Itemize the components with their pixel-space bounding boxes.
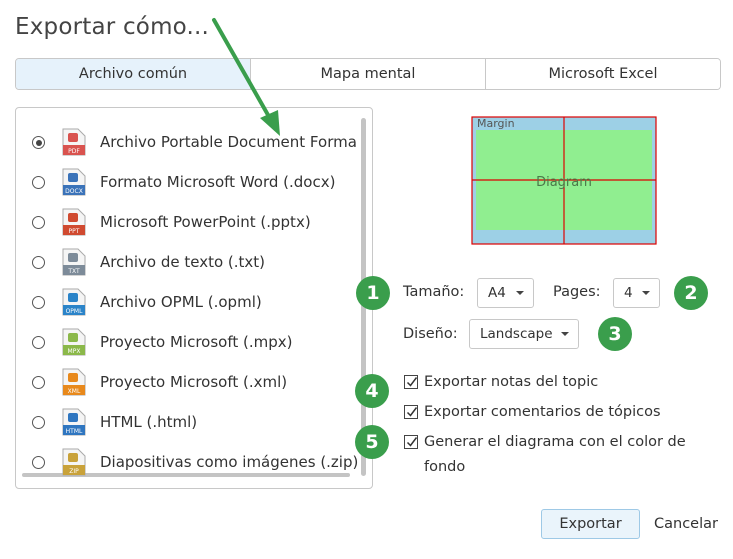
- xml-file-icon: XML: [62, 368, 86, 396]
- format-radio[interactable]: [32, 416, 45, 429]
- format-radio[interactable]: [32, 336, 45, 349]
- pages-value: 4: [624, 285, 633, 301]
- format-option[interactable]: OPML Archivo OPML (.opml): [16, 282, 358, 322]
- tab-bar: Archivo común Mapa mental Microsoft Exce…: [15, 58, 721, 90]
- design-dropdown[interactable]: Landscape: [469, 319, 579, 349]
- pdf-file-icon: PDF: [62, 128, 86, 156]
- export-button[interactable]: Exportar: [541, 509, 640, 539]
- tab-microsoft-excel[interactable]: Microsoft Excel: [486, 59, 720, 89]
- svg-text:OPML: OPML: [66, 308, 84, 315]
- opml-file-icon: OPML: [62, 288, 86, 316]
- checkmark-icon: [406, 437, 418, 447]
- mpx-file-icon: MPX: [62, 328, 86, 356]
- format-label: Archivo OPML (.opml): [100, 293, 262, 311]
- html-file-icon: HTML: [62, 408, 86, 436]
- format-label: Proyecto Microsoft (.mpx): [100, 333, 293, 351]
- svg-text:MPX: MPX: [68, 348, 81, 355]
- format-option[interactable]: PPT Microsoft PowerPoint (.pptx): [16, 202, 358, 242]
- design-value: Landscape: [480, 326, 553, 342]
- svg-text:PDF: PDF: [68, 148, 80, 155]
- svg-text:PPT: PPT: [69, 228, 80, 235]
- format-list: PDF Archivo Portable Document Forma DOCX Fo…: [15, 107, 373, 489]
- callout-badge-4: 4: [355, 374, 389, 408]
- export-comments-checkbox[interactable]: [404, 405, 418, 419]
- format-label: Archivo de texto (.txt): [100, 253, 266, 271]
- format-option[interactable]: TXT Archivo de texto (.txt): [16, 242, 358, 282]
- format-label: Formato Microsoft Word (.docx): [100, 173, 336, 191]
- svg-text:XML: XML: [68, 388, 81, 395]
- format-radio[interactable]: [32, 376, 45, 389]
- format-option[interactable]: XML Proyecto Microsoft (.xml): [16, 362, 358, 402]
- format-option[interactable]: ZIP Diapositivas como imágenes (.zip): [16, 442, 358, 482]
- page-layout-preview: Margin Diagram: [471, 116, 657, 245]
- export-comments-label: Exportar comentarios de tópicos: [424, 404, 661, 420]
- background-color-checkbox[interactable]: [404, 435, 418, 449]
- size-value: A4: [488, 285, 506, 301]
- chevron-down-icon: [561, 332, 569, 336]
- checkmark-icon: [406, 407, 418, 417]
- format-radio[interactable]: [32, 216, 45, 229]
- background-color-label-line2: fondo: [424, 459, 466, 475]
- format-radio[interactable]: [32, 176, 45, 189]
- format-label: Diapositivas como imágenes (.zip): [100, 453, 359, 471]
- cancel-button[interactable]: Cancelar: [654, 509, 718, 539]
- dialog-title: Exportar cómo...: [15, 14, 210, 40]
- export-notes-label: Exportar notas del topic: [424, 374, 599, 390]
- callout-badge-1: 1: [356, 276, 390, 310]
- svg-text:ZIP: ZIP: [69, 468, 79, 475]
- ppt-file-icon: PPT: [62, 208, 86, 236]
- design-label: Diseño:: [403, 326, 458, 342]
- format-option[interactable]: PDF Archivo Portable Document Forma: [16, 122, 358, 162]
- format-radio[interactable]: [32, 456, 45, 469]
- chevron-down-icon: [642, 291, 650, 295]
- export-notes-checkbox[interactable]: [404, 375, 418, 389]
- format-option[interactable]: HTML HTML (.html): [16, 402, 358, 442]
- format-option[interactable]: DOCX Formato Microsoft Word (.docx): [16, 162, 358, 202]
- svg-text:TXT: TXT: [67, 268, 80, 275]
- format-option[interactable]: MPX Proyecto Microsoft (.mpx): [16, 322, 358, 362]
- size-dropdown[interactable]: A4: [477, 278, 534, 308]
- annotation-arrow-icon: [212, 18, 280, 136]
- callout-badge-5: 5: [355, 425, 389, 459]
- zip-file-icon: ZIP: [62, 448, 86, 476]
- callout-badge-2: 2: [674, 276, 708, 310]
- pages-dropdown[interactable]: 4: [613, 278, 660, 308]
- checkmark-icon: [406, 377, 418, 387]
- svg-text:DOCX: DOCX: [65, 188, 83, 195]
- background-color-label: Generar el diagrama con el color de: [424, 434, 686, 450]
- size-label: Tamaño:: [403, 284, 465, 300]
- preview-margin-label: Margin: [477, 117, 515, 130]
- format-radio[interactable]: [32, 256, 45, 269]
- txt-file-icon: TXT: [62, 248, 86, 276]
- docx-file-icon: DOCX: [62, 168, 86, 196]
- format-label: HTML (.html): [100, 413, 198, 431]
- preview-diagram-label: Diagram: [536, 175, 592, 190]
- format-radio[interactable]: [32, 136, 45, 149]
- callout-badge-3: 3: [598, 317, 632, 351]
- pages-label: Pages:: [553, 284, 601, 300]
- format-label: Microsoft PowerPoint (.pptx): [100, 213, 311, 231]
- svg-text:HTML: HTML: [66, 428, 83, 435]
- chevron-down-icon: [516, 291, 524, 295]
- format-radio[interactable]: [32, 296, 45, 309]
- format-label: Proyecto Microsoft (.xml): [100, 373, 288, 391]
